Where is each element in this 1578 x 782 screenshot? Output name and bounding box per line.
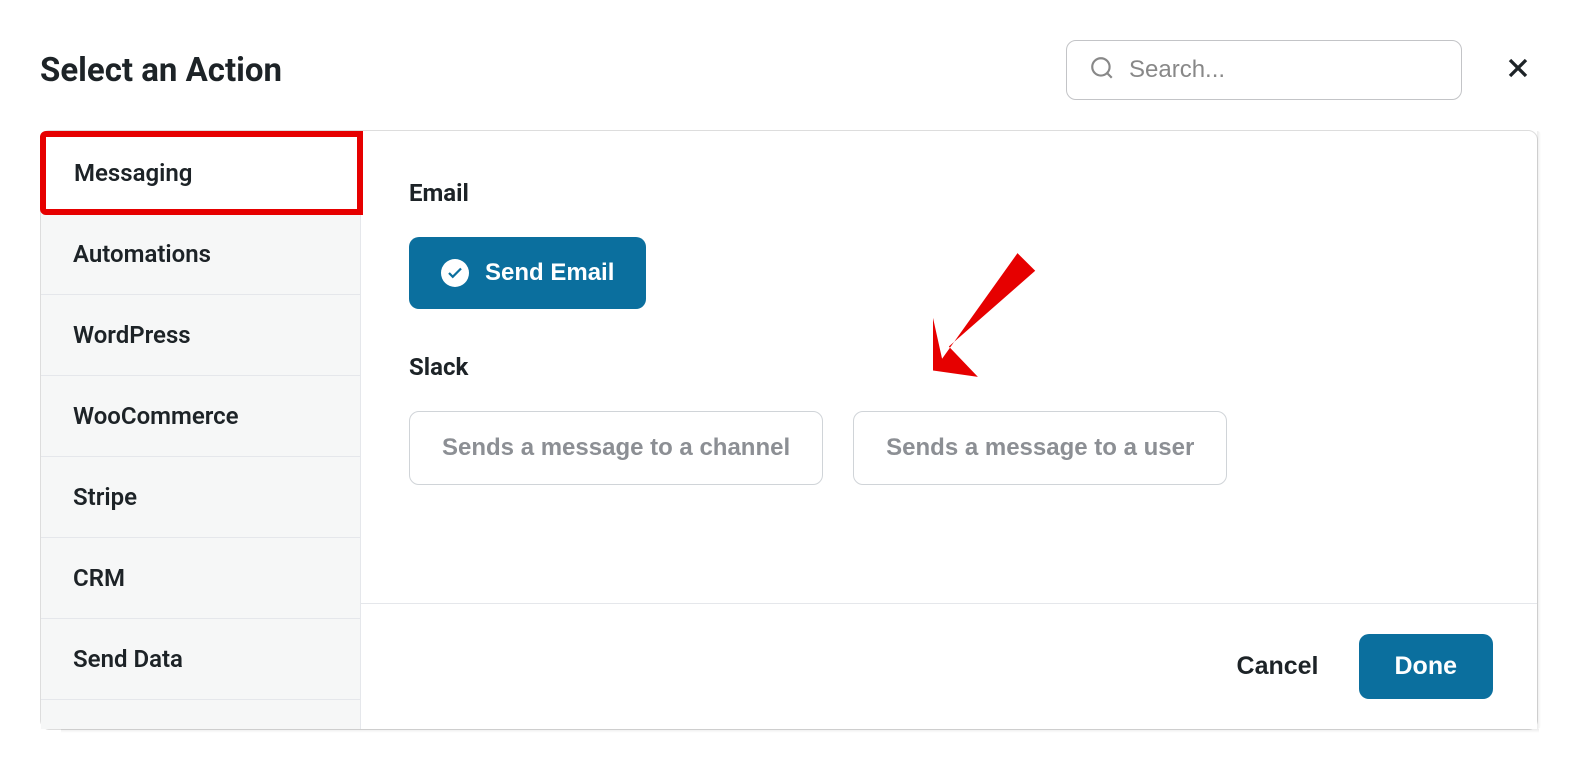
search-box[interactable] [1066, 40, 1462, 100]
sidebar-item-send-data[interactable]: Send Data [41, 619, 360, 700]
check-icon [441, 259, 469, 287]
action-label: Send Email [485, 259, 614, 287]
modal-title: Select an Action [40, 51, 282, 90]
sidebar-item-crm[interactable]: CRM [41, 538, 360, 619]
sidebar-item-label: Automations [73, 240, 211, 268]
sidebar-item-stripe[interactable]: Stripe [41, 457, 360, 538]
action-panel: Messaging Automations WordPress WooComme… [40, 130, 1538, 730]
section-title-slack: Slack [409, 353, 1489, 381]
sidebar-item-label: Send Data [73, 645, 183, 673]
section-title-email: Email [409, 179, 1489, 207]
cancel-button[interactable]: Cancel [1237, 652, 1319, 681]
action-slack-user[interactable]: Sends a message to a user [853, 411, 1227, 485]
action-send-email[interactable]: Send Email [409, 237, 646, 309]
done-button[interactable]: Done [1359, 634, 1494, 699]
action-label: Sends a message to a user [886, 434, 1194, 462]
action-slack-channel[interactable]: Sends a message to a channel [409, 411, 823, 485]
category-sidebar: Messaging Automations WordPress WooComme… [41, 131, 361, 729]
search-input[interactable] [1129, 56, 1439, 84]
modal-header: Select an Action [40, 40, 1538, 100]
sidebar-item-label: Stripe [73, 483, 137, 511]
close-button[interactable] [1498, 48, 1538, 92]
sidebar-item-label: CRM [73, 564, 125, 592]
modal-footer: Cancel Done [361, 603, 1537, 729]
sidebar-item-woocommerce[interactable]: WooCommerce [41, 376, 360, 457]
sidebar-item-label: Messaging [74, 159, 192, 187]
search-icon [1089, 55, 1115, 85]
sidebar-item-wordpress[interactable]: WordPress [41, 295, 360, 376]
sidebar-item-messaging[interactable]: Messaging [40, 131, 363, 215]
action-label: Sends a message to a channel [442, 434, 790, 462]
sidebar-item-label: WooCommerce [73, 402, 239, 430]
sidebar-item-automations[interactable]: Automations [41, 214, 360, 295]
sidebar-item-label: WordPress [73, 321, 191, 349]
